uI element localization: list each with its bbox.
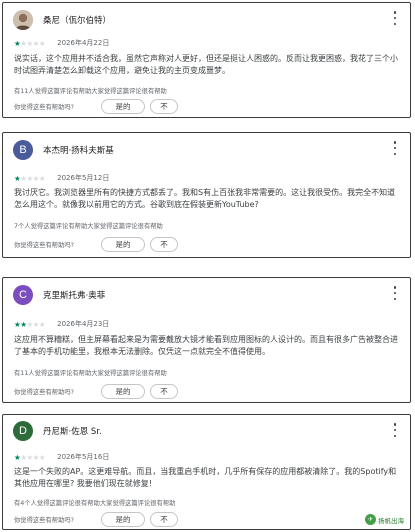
review-date: 2026年4月23日 [57,320,110,328]
helpful-yes-button[interactable]: 是的 [101,384,145,399]
watermark: ✈ 扬帆出海 [365,514,404,525]
rating-row: ★★★★★ 2026年4月23日 [14,319,109,329]
reviewer-name: 本杰明·扬科夫斯基 [43,146,114,156]
avatar [13,10,33,30]
rating-row: ★★★★★ 2026年4月22日 [14,38,109,48]
review-header: D 丹尼斯·佐恩 Sr. [13,420,102,442]
helpful-no-button[interactable]: 不 [150,512,178,527]
review-date: 2026年5月16日 [57,453,110,461]
watermark-text: 扬帆出海 [378,516,404,525]
helpful-question: 你觉得这些有帮助吗? [14,389,75,396]
helpful-question: 你觉得这些有帮助吗? [14,242,75,249]
helpful-question: 你觉得这些有帮助吗? [14,517,75,524]
rating-row: ★★★★★ 2026年5月16日 [14,452,109,462]
review-date: 2026年4月22日 [57,39,110,47]
more-options-icon[interactable] [392,11,398,25]
review-header: B 本杰明·扬科夫斯基 [13,139,114,161]
review-text: 说实话，这个应用并不适合我，虽然它声称对人更好，但还是挺让人困惑的。反而让我更困… [14,54,398,75]
helpful-no-button[interactable]: 不 [150,384,178,399]
review-header: 桑尼（佤尔伯特） [13,9,111,31]
watermark-logo-icon: ✈ [365,514,376,525]
review-header: C 克里斯托弗·奥菲 [13,284,105,306]
profile-photo-icon [13,10,33,30]
helpful-count: 有11人觉得这篇评论有帮助大家觉得这篇评论很有帮助 [14,88,167,95]
more-options-icon[interactable] [392,286,398,300]
more-options-icon[interactable] [392,423,398,437]
review-card: C 克里斯托弗·奥菲 ★★★★★ 2026年4月23日 这应用不算糟糕，但主屏幕… [2,277,411,403]
helpful-yes-button[interactable]: 是的 [101,99,145,114]
star-rating: ★★★★★ [14,38,46,48]
helpful-yes-button[interactable]: 是的 [101,237,145,252]
review-text: 我讨厌它。我浏览器里所有的快捷方式都丢了。我和S有上百张我非常需要的。这让我很受… [14,188,396,209]
star-rating: ★★★★★ [14,173,46,183]
helpful-count: 7个人觉得这篇评论有帮助大家觉得这篇评论很有帮助 [14,223,163,230]
helpful-count: 有11人觉得这篇评论有帮助大家觉得这篇评论很有帮助 [14,370,167,377]
reviewer-name: 丹尼斯·佐恩 Sr. [43,427,102,437]
reviewer-name: 桑尼（佤尔伯特） [43,16,112,26]
rating-row: ★★★★★ 2026年5月12日 [14,173,109,183]
review-card: D 丹尼斯·佐恩 Sr. ★★★★★ 2026年5月16日 这是一个失败的AP。… [2,414,411,530]
helpful-no-button[interactable]: 不 [150,99,178,114]
star-rating: ★★★★★ [14,319,46,329]
avatar: B [13,140,33,160]
review-card: B 本杰明·扬科夫斯基 ★★★★★ 2026年5月12日 我讨厌它。我浏览器里所… [2,132,411,258]
star-rating: ★★★★★ [14,452,46,462]
review-text: 这应用不算糟糕，但主屏幕看起来是为需要戴放大镜才能看到应用图标的人设计的。而且有… [14,335,398,356]
avatar: D [13,421,33,441]
review-date: 2026年5月12日 [57,174,110,182]
more-options-icon[interactable] [392,141,398,155]
helpful-no-button[interactable]: 不 [150,237,178,252]
helpful-yes-button[interactable]: 是的 [101,512,145,527]
reviewer-name: 克里斯托弗·奥菲 [43,291,106,301]
helpful-count: 有4个人觉得这篇评论很有帮助大家觉得这篇评论很有帮助 [14,500,176,507]
review-text: 这是一个失败的AP。这更难导航。而且，当我重启手机时，几乎所有保存的应用都被清除… [14,467,397,488]
helpful-question: 你觉得这些有帮助吗? [14,104,75,111]
review-card: 桑尼（佤尔伯特） ★★★★★ 2026年4月22日 说实话，这个应用并不适合我，… [2,2,411,118]
avatar: C [13,285,33,305]
